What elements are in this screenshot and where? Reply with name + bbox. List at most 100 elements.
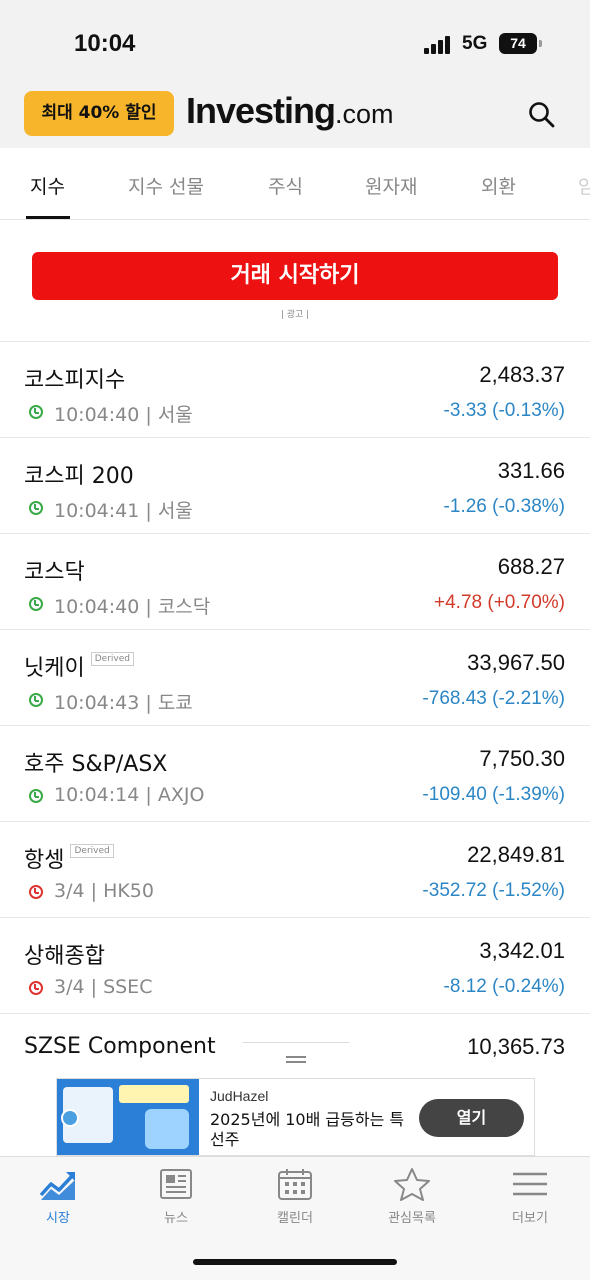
ad-image bbox=[57, 1079, 199, 1155]
index-price: 3,342.01 bbox=[479, 938, 565, 963]
index-change: -352.72 (-1.52%) bbox=[422, 880, 565, 901]
ad-label: | 광고 | bbox=[280, 310, 310, 320]
index-time: 10:04:41 bbox=[54, 500, 140, 522]
info-icon bbox=[61, 1109, 79, 1127]
active-tab-indicator bbox=[26, 216, 70, 219]
meta-separator: | bbox=[84, 976, 104, 998]
meta-separator: | bbox=[139, 784, 158, 806]
index-change: +4.78 (+0.70%) bbox=[434, 592, 565, 613]
calendar-icon bbox=[278, 1169, 312, 1200]
index-change: -109.40 (-1.39%) bbox=[422, 784, 565, 805]
clock-icon bbox=[29, 693, 43, 707]
index-name: 코스피지수 bbox=[24, 362, 125, 394]
index-price: 331.66 bbox=[497, 458, 565, 483]
index-price: 33,967.50 bbox=[467, 650, 565, 675]
index-name-text: SZSE Component bbox=[24, 1034, 216, 1059]
index-name: 항셍 Derived bbox=[24, 842, 114, 874]
index-row[interactable]: 항셍 Derived 22,849.81 3/4 | HK50 -352.72 (-1.… bbox=[0, 821, 590, 917]
meta-separator: | bbox=[139, 692, 158, 714]
index-price: 22,849.81 bbox=[467, 842, 565, 867]
nav-label: 관심목록 bbox=[388, 1211, 436, 1226]
index-price: 2,483.37 bbox=[479, 362, 565, 387]
discount-promo-button[interactable]: 최대 40% 할인 bbox=[24, 91, 174, 136]
index-exchange: SSEC bbox=[103, 976, 153, 998]
index-meta: 3/4 | HK50 bbox=[54, 880, 154, 902]
logo-main: Investing bbox=[186, 90, 336, 131]
index-price: 7,750.30 bbox=[479, 746, 565, 771]
index-row[interactable]: 코스피 200 331.66 10:04:41 | 서울 -1.26 (-0.38%) bbox=[0, 437, 590, 533]
index-list: 코스피지수 2,483.37 10:04:40 | 서울 -3.33 (-0.13%)… bbox=[0, 341, 590, 1109]
tab-crypto-partial[interactable]: 암 bbox=[578, 172, 590, 199]
index-change: -768.43 (-2.21%) bbox=[422, 688, 565, 709]
index-meta: 10:04:40 | 코스닥 bbox=[54, 592, 210, 619]
ad-sponsor: JudHazel bbox=[210, 1088, 269, 1104]
clock-icon bbox=[29, 981, 43, 995]
index-name: 닛케이 Derived bbox=[24, 650, 134, 682]
battery-icon: 74 bbox=[499, 33, 542, 54]
index-exchange: 도쿄 bbox=[157, 692, 193, 714]
index-exchange: 코스닥 bbox=[157, 596, 211, 618]
index-meta: 10:04:43 | 도쿄 bbox=[54, 688, 193, 715]
index-row[interactable]: 상해종합 3,342.01 3/4 | SSEC -8.12 (-0.24%) bbox=[0, 917, 590, 1013]
index-row[interactable]: 코스닥 688.27 10:04:40 | 코스닥 +4.78 (+0.70%) bbox=[0, 533, 590, 629]
index-name-text: 닛케이 bbox=[24, 656, 85, 681]
nav-label: 시장 bbox=[46, 1211, 70, 1226]
tab-commodities[interactable]: 원자재 bbox=[365, 172, 417, 199]
nav-markets[interactable]: 시장 bbox=[10, 1163, 106, 1226]
meta-separator: | bbox=[139, 596, 158, 618]
index-row[interactable]: 코스피지수 2,483.37 10:04:40 | 서울 -3.33 (-0.13%) bbox=[0, 341, 590, 437]
category-tabs: 지수 지수 선물 주식 원자재 외환 암 bbox=[0, 148, 590, 220]
index-time: 3/4 bbox=[54, 976, 85, 998]
index-price: 10,365.73 bbox=[467, 1034, 565, 1059]
index-row[interactable]: 닛케이 Derived 33,967.50 10:04:43 | 도쿄 -768.43 … bbox=[0, 629, 590, 725]
search-icon[interactable] bbox=[528, 101, 556, 129]
nav-watchlist[interactable]: 관심목록 bbox=[364, 1163, 460, 1226]
index-exchange: 서울 bbox=[157, 404, 193, 426]
chart-trend-icon bbox=[39, 1172, 75, 1200]
clock-icon bbox=[29, 597, 43, 611]
clock-icon bbox=[29, 501, 43, 515]
clock-icon bbox=[29, 405, 43, 419]
nav-label: 캘린더 bbox=[277, 1211, 313, 1226]
meta-separator: | bbox=[139, 500, 158, 522]
signal-icon bbox=[424, 36, 452, 54]
ad-open-button[interactable]: 열기 bbox=[419, 1099, 524, 1137]
logo-suffix: .com bbox=[335, 99, 394, 129]
index-time: 3/4 bbox=[54, 880, 85, 902]
nav-calendar[interactable]: 캘린더 bbox=[247, 1163, 343, 1226]
index-meta: 10:04:41 | 서울 bbox=[54, 496, 193, 523]
index-time: 10:04:40 bbox=[54, 596, 140, 618]
derived-badge: Derived bbox=[90, 652, 134, 666]
index-meta: 3/4 | SSEC bbox=[54, 976, 152, 998]
meta-separator: | bbox=[84, 880, 104, 902]
index-name: 코스닥 bbox=[24, 554, 85, 586]
index-row[interactable]: 호주 S&P/ASX 7,750.30 10:04:14 | AXJO -109.40… bbox=[0, 725, 590, 821]
index-time: 10:04:40 bbox=[54, 404, 140, 426]
drawer-handle[interactable] bbox=[226, 1042, 366, 1076]
tab-forex[interactable]: 외환 bbox=[481, 172, 516, 199]
start-trading-ad-button[interactable]: 거래 시작하기 bbox=[32, 252, 558, 300]
nav-more[interactable]: 더보기 bbox=[482, 1163, 578, 1226]
index-name-text: 코스닥 bbox=[24, 560, 85, 585]
tab-indices[interactable]: 지수 bbox=[30, 172, 65, 199]
tab-stocks[interactable]: 주식 bbox=[268, 172, 303, 199]
menu-icon bbox=[513, 1172, 547, 1196]
index-change: -1.26 (-0.38%) bbox=[443, 496, 565, 517]
investing-logo[interactable]: Investing.com bbox=[186, 90, 394, 132]
nav-news[interactable]: 뉴스 bbox=[128, 1163, 224, 1226]
index-meta: 10:04:14 | AXJO bbox=[54, 784, 204, 806]
home-indicator bbox=[193, 1259, 397, 1265]
tab-index-futures[interactable]: 지수 선물 bbox=[128, 172, 204, 199]
bottom-ad-banner[interactable]: JudHazel 2025년에 10배 급등하는 특선주 열기 bbox=[56, 1078, 535, 1156]
index-name-text: 코스피 200 bbox=[24, 464, 134, 489]
index-exchange: HK50 bbox=[103, 880, 154, 902]
index-name: 상해종합 bbox=[24, 938, 105, 970]
index-name: SZSE Component bbox=[24, 1034, 216, 1059]
index-name-text: 항셍 bbox=[24, 848, 65, 873]
clock-icon bbox=[29, 789, 43, 803]
meta-separator: | bbox=[139, 404, 158, 426]
index-name: 호주 S&P/ASX bbox=[24, 746, 167, 778]
clock-icon bbox=[29, 885, 43, 899]
index-exchange: AXJO bbox=[157, 784, 205, 806]
index-time: 10:04:43 bbox=[54, 692, 140, 714]
